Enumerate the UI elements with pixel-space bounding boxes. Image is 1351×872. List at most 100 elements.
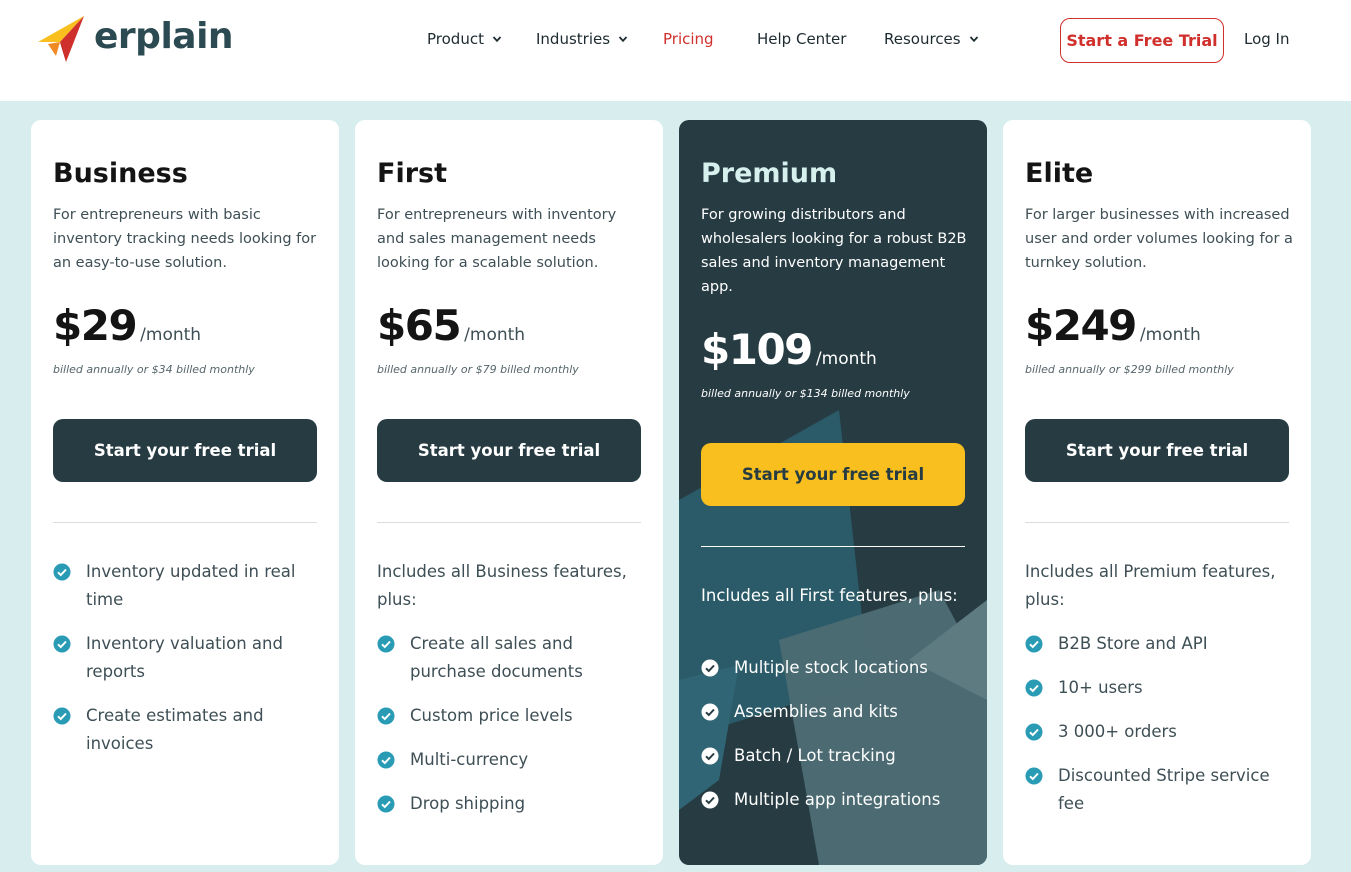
start-trial-button-business[interactable]: Start your free trial	[53, 419, 317, 482]
site-header: erplain Product Industries Pricing Help …	[0, 0, 1351, 101]
plan-price: $29	[53, 301, 138, 350]
logo-wordmark: erplain	[94, 15, 234, 57]
plan-card-business: Business For entrepreneurs with basic in…	[31, 120, 339, 865]
feature-item: Multi-currency	[377, 746, 647, 774]
plan-card-first: First For entrepreneurs with inventory a…	[355, 120, 663, 865]
feature-label: 10+ users	[1058, 678, 1143, 697]
plan-period: /month	[815, 349, 877, 369]
divider	[701, 546, 965, 547]
feature-item: 10+ users	[1025, 674, 1295, 702]
feature-item: Custom price levels	[377, 702, 647, 730]
billing-note: billed annually or $134 billed monthly	[701, 387, 910, 400]
feature-item: Inventory valuation and reports	[53, 630, 323, 686]
check-circle-icon	[701, 791, 719, 809]
nav-item-label: Resources	[884, 30, 961, 48]
nav-item-label: Product	[427, 30, 484, 48]
check-circle-icon	[377, 635, 395, 653]
feature-item: Discounted Stripe service fee	[1025, 762, 1295, 818]
feature-label: Batch / Lot tracking	[734, 746, 896, 765]
check-circle-icon	[53, 563, 71, 581]
feature-label: 3 000+ orders	[1058, 722, 1177, 741]
check-circle-icon	[1025, 767, 1043, 785]
feature-label: Create estimates and invoices	[86, 706, 264, 753]
feature-label: Drop shipping	[410, 794, 526, 813]
feature-label: Discounted Stripe service fee	[1058, 766, 1270, 813]
plan-card-premium: Premium For growing distributors and who…	[679, 120, 987, 865]
feature-label: Multi-currency	[410, 750, 529, 769]
check-circle-icon	[377, 707, 395, 725]
feature-label: Multiple stock locations	[734, 658, 928, 677]
nav-item-resources[interactable]: Resources	[884, 30, 979, 48]
feature-item: Batch / Lot tracking	[701, 742, 971, 770]
feature-list: Create all sales and purchase documents …	[377, 630, 647, 834]
check-circle-icon	[53, 635, 71, 653]
plan-description: For entrepreneurs with basic inventory t…	[53, 207, 317, 271]
feature-item: Inventory updated in real time	[53, 558, 323, 614]
pricing-section: Business For entrepreneurs with basic in…	[0, 101, 1351, 872]
feature-list: B2B Store and API 10+ users 3 000+ order…	[1025, 630, 1295, 834]
check-circle-icon	[1025, 635, 1043, 653]
price-row: $249 /month	[1025, 301, 1201, 350]
chevron-down-icon	[969, 36, 978, 43]
check-circle-icon	[1025, 679, 1043, 697]
plan-price: $249	[1025, 301, 1137, 350]
nav-item-help-center[interactable]: Help Center	[757, 30, 846, 48]
nav-item-pricing[interactable]: Pricing	[663, 30, 714, 48]
divider	[53, 522, 317, 523]
feature-label: Inventory valuation and reports	[86, 634, 283, 681]
logo[interactable]: erplain	[38, 14, 234, 64]
feature-label: Multiple app integrations	[734, 790, 941, 809]
check-circle-icon	[1025, 723, 1043, 741]
feature-item: Multiple stock locations	[701, 654, 971, 682]
billing-note: billed annually or $34 billed monthly	[53, 363, 255, 376]
nav-item-label: Help Center	[757, 30, 847, 48]
plan-price: $109	[701, 325, 813, 374]
feature-label: Assemblies and kits	[734, 702, 898, 721]
paper-plane-logo-icon	[38, 16, 84, 62]
nav-item-label: Pricing	[663, 30, 714, 48]
nav-item-label: Industries	[536, 30, 611, 48]
feature-item: 3 000+ orders	[1025, 718, 1295, 746]
chevron-down-icon	[492, 36, 502, 43]
nav-item-industries[interactable]: Industries	[536, 30, 628, 48]
price-row: $65 /month	[377, 301, 525, 350]
start-trial-button-elite[interactable]: Start your free trial	[1025, 419, 1289, 482]
plan-name: Business	[53, 158, 188, 189]
start-trial-button-premium[interactable]: Start your free trial	[701, 443, 965, 506]
feature-item: B2B Store and API	[1025, 630, 1295, 658]
feature-item: Multiple app integrations	[701, 786, 971, 814]
plan-name: Premium	[701, 158, 838, 189]
check-circle-icon	[701, 659, 719, 677]
plan-name: Elite	[1025, 158, 1094, 189]
divider	[377, 522, 641, 523]
check-circle-icon	[53, 707, 71, 725]
plan-period: /month	[140, 325, 202, 345]
feature-item: Drop shipping	[377, 790, 647, 818]
feature-label: B2B Store and API	[1058, 634, 1208, 653]
feature-item: Assemblies and kits	[701, 698, 971, 726]
check-circle-icon	[377, 795, 395, 813]
start-free-trial-button[interactable]: Start a Free Trial	[1060, 18, 1224, 63]
plan-description: For larger businesses with increased use…	[1025, 207, 1293, 271]
chevron-down-icon	[618, 36, 628, 43]
plan-period: /month	[1139, 325, 1201, 345]
nav-item-product[interactable]: Product	[427, 30, 502, 48]
plan-card-elite: Elite For larger businesses with increas…	[1003, 120, 1311, 865]
login-link[interactable]: Log In	[1244, 30, 1290, 48]
plan-description: For growing distributors and wholesalers…	[701, 207, 967, 295]
feature-item: Create all sales and purchase documents	[377, 630, 647, 686]
includes-text: Includes all Premium features, plus:	[1025, 562, 1276, 609]
feature-list: Multiple stock locations Assemblies and …	[701, 654, 971, 830]
includes-text: Includes all First features, plus:	[701, 586, 958, 605]
billing-note: billed annually or $79 billed monthly	[377, 363, 579, 376]
feature-label: Inventory updated in real time	[86, 562, 296, 609]
price-row: $29 /month	[53, 301, 201, 350]
divider	[1025, 522, 1289, 523]
plan-name: First	[377, 158, 447, 189]
plan-period: /month	[464, 325, 526, 345]
plan-description: For entrepreneurs with inventory and sal…	[377, 207, 617, 271]
feature-item: Create estimates and invoices	[53, 702, 323, 758]
billing-note: billed annually or $299 billed monthly	[1025, 363, 1234, 376]
check-circle-icon	[377, 751, 395, 769]
start-trial-button-first[interactable]: Start your free trial	[377, 419, 641, 482]
